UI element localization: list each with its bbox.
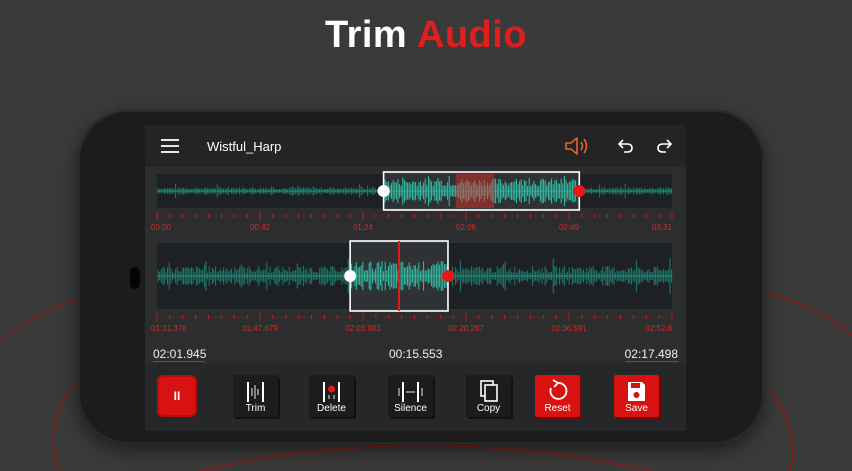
file-title: Wistful_Harp bbox=[207, 139, 282, 154]
overview-tick-label: 02:49 bbox=[559, 223, 580, 232]
zoom-tick-label: 01:31.376 bbox=[151, 324, 187, 333]
headline-word-2: Audio bbox=[416, 14, 528, 56]
selection-duration: 00:15.553 bbox=[389, 347, 443, 361]
overview-tick-label: 00:42 bbox=[250, 223, 271, 232]
overview-selection-box bbox=[382, 171, 581, 211]
pause-button[interactable]: II bbox=[159, 377, 195, 415]
reset-button[interactable]: Reset bbox=[535, 375, 580, 417]
overview-tick-label: 03:31 bbox=[652, 223, 673, 232]
delete-icon bbox=[323, 382, 340, 402]
start-time-underline bbox=[153, 361, 205, 362]
trim-button[interactable]: Trim bbox=[233, 375, 278, 417]
hamburger-menu-icon[interactable] bbox=[161, 139, 179, 153]
app-screen: Wistful_Harp 00:00 00:42 01:24 02:06 02:49 03… bbox=[145, 125, 686, 431]
delete-button[interactable]: Delete bbox=[309, 375, 354, 417]
copy-icon bbox=[480, 380, 498, 402]
save-label: Save bbox=[625, 403, 648, 414]
phone-speaker bbox=[130, 267, 140, 289]
silence-label: Silence bbox=[394, 403, 427, 414]
top-app-bar: Wistful_Harp bbox=[145, 125, 686, 167]
undo-icon[interactable] bbox=[617, 137, 635, 155]
zoom-tick-label: 02:03.983 bbox=[345, 324, 381, 333]
selection-end-time: 02:17.498 bbox=[624, 347, 678, 361]
overview-start-handle bbox=[377, 185, 390, 197]
overview-tick-label: 00:00 bbox=[151, 223, 172, 232]
overview-end-handle bbox=[573, 185, 586, 197]
selection-start-time: 02:01.945 bbox=[153, 347, 207, 361]
delete-label: Delete bbox=[317, 403, 346, 414]
waveform-editor[interactable]: 00:00 00:42 01:24 02:06 02:49 03:31 01:31.376… bbox=[145, 167, 686, 347]
overview-tick-label: 02:06 bbox=[456, 223, 477, 232]
zoom-tick-label: 02:20.287 bbox=[448, 324, 484, 333]
zoom-tick-label: 02:52.8 bbox=[645, 324, 672, 333]
headline-word-1: Trim bbox=[324, 14, 408, 56]
zoom-end-handle bbox=[441, 270, 454, 282]
trim-label: Trim bbox=[245, 403, 266, 414]
headline: Trim Audio bbox=[0, 14, 852, 57]
save-icon bbox=[628, 382, 645, 401]
trim-icon bbox=[247, 382, 264, 402]
silence-button[interactable]: Silence bbox=[388, 375, 433, 417]
save-button[interactable]: Save bbox=[614, 375, 659, 417]
silence-icon bbox=[398, 382, 423, 402]
redo-icon[interactable] bbox=[655, 137, 673, 155]
zoom-waveform[interactable]: 01:31.376 01:47.679 02:03.983 02:20.287 02:3… bbox=[151, 240, 673, 333]
zoom-tick-label: 01:47.679 bbox=[242, 324, 278, 333]
reset-icon bbox=[549, 379, 568, 400]
copy-label: Copy bbox=[476, 403, 501, 414]
speaker-icon[interactable] bbox=[563, 135, 591, 157]
end-time-underline bbox=[626, 361, 678, 362]
overview-waveform[interactable]: 00:00 00:42 01:24 02:06 02:49 03:31 bbox=[151, 171, 673, 232]
zoom-tick-label: 02:36.591 bbox=[551, 324, 587, 333]
reset-label: Reset bbox=[544, 403, 571, 414]
bottom-toolbar: II Trim Delete Silence Copy Reset Save bbox=[145, 363, 686, 431]
copy-button[interactable]: Copy bbox=[466, 375, 511, 417]
zoom-start-handle bbox=[344, 270, 357, 282]
overview-tick-label: 01:24 bbox=[353, 223, 374, 232]
